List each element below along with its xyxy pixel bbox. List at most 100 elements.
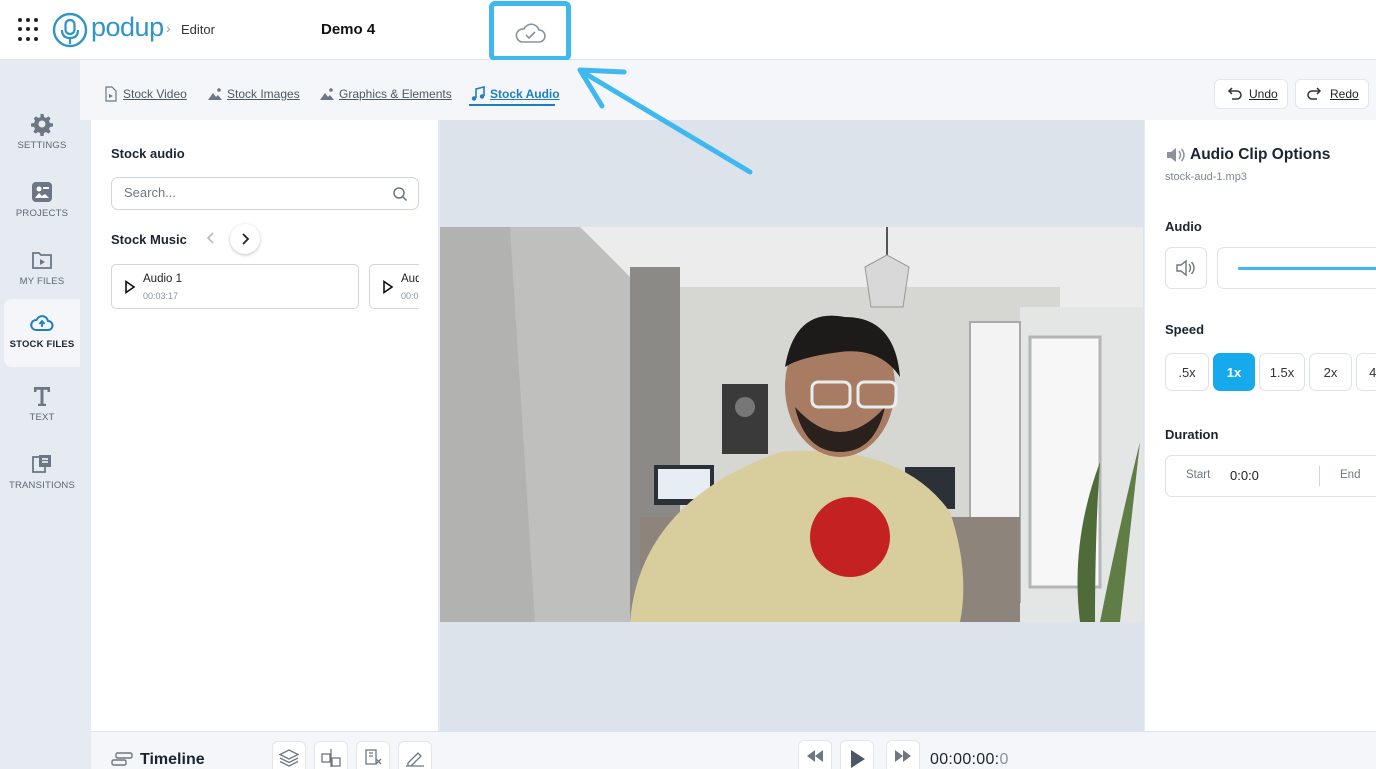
layers-button[interactable] xyxy=(272,741,306,769)
stock-audio-panel: Stock audio Stock Music Audio 1 00:03:17… xyxy=(91,120,439,731)
nav-projects[interactable]: PROJECTS xyxy=(4,172,80,236)
clip-name: Audio 1 xyxy=(143,273,183,285)
edit-button[interactable] xyxy=(398,741,432,769)
nav-label: TEXT xyxy=(29,412,55,423)
nav-label: STOCK FILES xyxy=(9,339,75,350)
tab-stock-video[interactable]: Stock Video xyxy=(103,84,187,104)
play-icon[interactable] xyxy=(124,280,136,294)
speed-option-0-5x[interactable]: .5x xyxy=(1165,353,1209,391)
tab-label: Graphics & Elements xyxy=(339,87,452,101)
speed-option-1x[interactable]: 1x xyxy=(1213,353,1255,391)
play-button[interactable] xyxy=(840,740,874,769)
tab-label: Stock Images xyxy=(227,87,300,101)
video-file-icon xyxy=(105,86,117,102)
nav-text[interactable]: TEXT xyxy=(4,376,80,440)
next-page-button[interactable] xyxy=(230,224,260,254)
undo-icon xyxy=(1227,87,1242,100)
podup-logo-icon xyxy=(52,12,88,48)
chevron-left-icon xyxy=(206,232,214,244)
search-input[interactable] xyxy=(124,185,384,200)
stock-music-list: Audio 1 00:03:17 Audio 2 00:03:17 xyxy=(111,264,419,310)
projects-icon xyxy=(32,182,52,202)
tab-graphics-elements[interactable]: Graphics & Elements xyxy=(319,84,452,104)
folder-icon xyxy=(32,252,52,269)
speed-label: Speed xyxy=(1165,322,1205,337)
split-clip-button[interactable] xyxy=(314,741,348,769)
clip-file-name: stock-aud-1.mp3 xyxy=(1165,171,1247,183)
speaker-icon xyxy=(1167,148,1185,162)
audio-clip-card[interactable]: Audio 2 00:03:17 xyxy=(369,264,419,309)
speed-option-2x[interactable]: 2x xyxy=(1309,353,1352,391)
apps-grid-icon[interactable] xyxy=(18,18,42,42)
play-icon[interactable] xyxy=(382,280,394,294)
transitions-icon xyxy=(32,455,51,473)
nav-label: SETTINGS xyxy=(17,140,67,151)
redo-label: Redo xyxy=(1330,87,1359,101)
tab-stock-images[interactable]: Stock Images xyxy=(207,84,300,104)
speed-option-1-5x[interactable]: 1.5x xyxy=(1259,353,1305,391)
audio-clip-options-panel: Audio Clip Options stock-aud-1.mp3 Audio… xyxy=(1145,120,1376,731)
volume-track[interactable] xyxy=(1238,267,1376,270)
timeline-bar: Timeline 00:00:00:0 xyxy=(91,731,1376,769)
tab-label: Stock Audio xyxy=(490,87,560,101)
end-label: End xyxy=(1340,469,1361,481)
section-title: Stock Music xyxy=(111,232,187,247)
breadcrumb[interactable]: Editor xyxy=(181,22,215,37)
project-title[interactable]: Demo 4 xyxy=(321,21,375,38)
layers-icon xyxy=(279,749,299,767)
duration-divider xyxy=(1319,466,1320,486)
search-icon[interactable] xyxy=(392,186,408,202)
search-box xyxy=(111,177,419,210)
start-label: Start xyxy=(1186,469,1211,481)
pencil-icon xyxy=(406,752,424,767)
video-preview[interactable] xyxy=(440,227,1143,622)
graphics-icon xyxy=(320,88,334,100)
clip-duration: 00:03:17 xyxy=(143,291,179,301)
music-note-icon xyxy=(471,86,485,101)
audio-label: Audio xyxy=(1165,219,1202,234)
fast-forward-icon xyxy=(895,750,911,762)
split-icon xyxy=(321,749,341,767)
volume-icon xyxy=(1176,259,1195,277)
rewind-icon xyxy=(807,750,823,762)
text-icon xyxy=(34,387,50,406)
start-time-input[interactable]: 0:0:0 xyxy=(1230,468,1259,483)
timecode-main: 00:00:00: xyxy=(930,751,1000,768)
previous-page-button[interactable] xyxy=(199,226,223,250)
redo-button[interactable]: Redo xyxy=(1295,79,1369,109)
panel-title: Stock audio xyxy=(111,146,185,161)
timecode-frame: 0 xyxy=(999,751,1009,768)
nav-settings[interactable]: SETTINGS xyxy=(4,104,80,168)
undo-button[interactable]: Undo xyxy=(1214,79,1288,109)
tab-stock-audio[interactable]: Stock Audio xyxy=(470,84,560,104)
nav-label: TRANSITIONS xyxy=(8,480,76,491)
options-title: Audio Clip Options xyxy=(1190,146,1331,163)
duration-range: Start 0:0:0 End xyxy=(1165,455,1376,497)
undo-label: Undo xyxy=(1249,87,1278,101)
fast-forward-button[interactable] xyxy=(886,740,920,769)
clip-duration: 00:03:17 xyxy=(401,291,419,301)
speed-option-4x[interactable]: 4x xyxy=(1356,353,1376,391)
rewind-button[interactable] xyxy=(798,740,832,769)
left-navigation: SETTINGS PROJECTS MY FILES STOCK FILES T… xyxy=(0,60,80,769)
annotation-arrow-icon xyxy=(577,67,753,175)
audio-clip-card[interactable]: Audio 1 00:03:17 xyxy=(111,264,359,309)
mute-button[interactable] xyxy=(1165,247,1207,289)
image-icon xyxy=(208,88,222,100)
nav-my-files[interactable]: MY FILES xyxy=(4,240,80,304)
clip-name: Audio 2 xyxy=(401,273,419,285)
breadcrumb-separator: › xyxy=(166,20,171,36)
active-tab-indicator xyxy=(469,104,555,106)
volume-slider[interactable] xyxy=(1217,247,1376,289)
timeline-title: Timeline xyxy=(140,751,205,768)
timecode-display: 00:00:00:0 xyxy=(930,751,1009,769)
nav-transitions[interactable]: TRANSITIONS xyxy=(4,444,80,508)
brand-name: podup xyxy=(91,12,164,42)
cloud-save-status[interactable] xyxy=(489,1,571,61)
top-bar: podup › Editor Demo 4 xyxy=(0,0,1376,61)
nav-stock-files[interactable]: STOCK FILES xyxy=(4,299,80,367)
trim-button[interactable] xyxy=(356,741,390,769)
preview-canvas xyxy=(440,120,1144,731)
chevron-right-icon xyxy=(242,233,250,245)
redo-icon xyxy=(1307,87,1322,100)
